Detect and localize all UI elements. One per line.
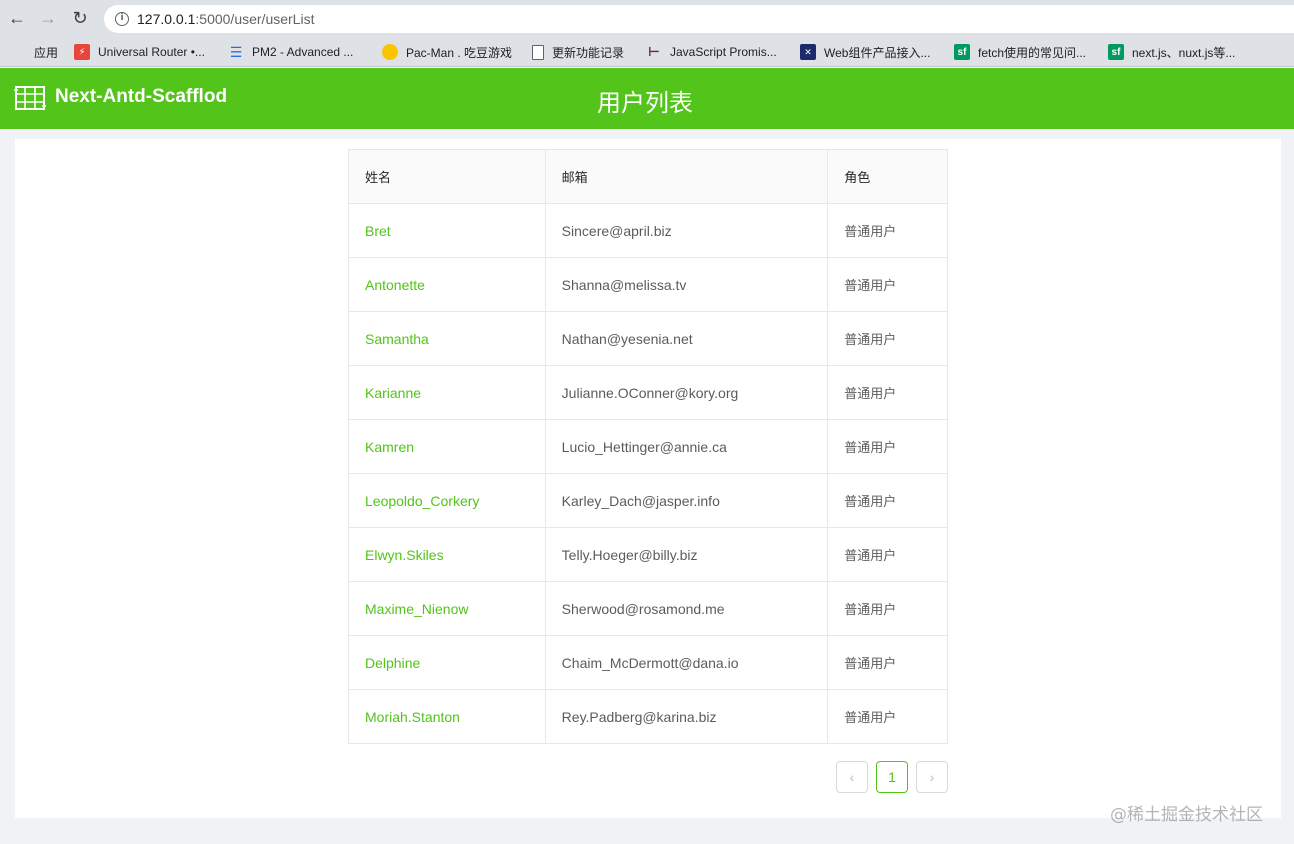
info-icon[interactable]: i (115, 12, 129, 26)
table-row: Leopoldo_Corkery Karley_Dach@jasper.info 普… (348, 473, 948, 528)
bookmark-js-promise[interactable]: ⊢ JavaScript Promis... (646, 43, 777, 61)
segmentfault-icon: sf (954, 44, 970, 60)
bookmark-changelog[interactable]: 更新功能记录 (532, 43, 624, 61)
apps-grid-icon (10, 44, 26, 60)
back-arrow-icon[interactable]: ← (7, 8, 27, 28)
user-role: 普通用户 (827, 581, 948, 636)
table-row: Karianne Julianne.OConner@kory.org 普通用户 (348, 365, 948, 420)
table-row: Kamren Lucio_Hettinger@annie.ca 普通用户 (348, 419, 948, 474)
table-row: Maxime_Nienow Sherwood@rosamond.me 普通用户 (348, 581, 948, 636)
user-role: 普通用户 (827, 635, 948, 690)
table-row: Moriah.Stanton Rey.Padberg@karina.biz 普通用户 (348, 689, 948, 744)
user-name-link[interactable]: Elwyn.Skiles (348, 527, 546, 582)
watermark: @稀土掘金技术社区 (1110, 805, 1263, 825)
url-text: 127.0.0.1:5000/user/userList (137, 11, 315, 27)
column-header-name: 姓名 (348, 149, 546, 204)
user-email: Rey.Padberg@karina.biz (544, 689, 829, 744)
user-role: 普通用户 (827, 257, 948, 312)
bookmark-apps[interactable]: 应用 (10, 43, 58, 61)
user-email: Karley_Dach@jasper.info (544, 473, 829, 528)
bookmark-nextjs-nuxtjs[interactable]: sf next.js、nuxt.js等... (1108, 43, 1235, 61)
app-header: Next-Antd-Scafflod 用户列表 (0, 68, 1294, 129)
bookmarks-bar: 应用 ⚡ Universal Router •... ☰ PM2 - Advan… (0, 37, 1294, 67)
bookmark-web-component[interactable]: ✕ Web组件产品接入... (800, 43, 930, 61)
user-role: 普通用户 (827, 689, 948, 744)
user-role: 普通用户 (827, 473, 948, 528)
bookmark-fetch-faq[interactable]: sf fetch使用的常见问... (954, 43, 1086, 61)
logo-icon[interactable] (14, 84, 46, 112)
universal-router-icon: ⚡ (74, 44, 90, 60)
user-email: Julianne.OConner@kory.org (544, 365, 829, 420)
user-email: Nathan@yesenia.net (544, 311, 829, 366)
forward-arrow-icon[interactable]: → (38, 8, 58, 28)
user-email: Sincere@april.biz (544, 203, 829, 258)
user-name-link[interactable]: Bret (348, 203, 546, 258)
user-role: 普通用户 (827, 311, 948, 366)
pacman-icon (382, 44, 398, 60)
user-role: 普通用户 (827, 365, 948, 420)
segmentfault-icon: sf (1108, 44, 1124, 60)
web-component-icon: ✕ (800, 44, 816, 60)
table-row: Elwyn.Skiles Telly.Hoeger@billy.biz 普通用户 (348, 527, 948, 582)
pagination-next-button[interactable]: › (916, 761, 948, 793)
main-content: 姓名 邮箱 角色 Bret Sincere@april.biz 普通用户 Antone… (15, 139, 1281, 818)
pm2-icon: ☰ (229, 43, 243, 60)
user-name-link[interactable]: Leopoldo_Corkery (348, 473, 546, 528)
browser-toolbar: ← → ↻ i 127.0.0.1:5000/user/userList (0, 0, 1294, 37)
bookmark-universal-router[interactable]: ⚡ Universal Router •... (74, 43, 205, 61)
user-name-link[interactable]: Samantha (348, 311, 546, 366)
user-email: Lucio_Hettinger@annie.ca (544, 419, 829, 474)
user-role: 普通用户 (827, 527, 948, 582)
user-name-link[interactable]: Karianne (348, 365, 546, 420)
user-name-link[interactable]: Moriah.Stanton (348, 689, 546, 744)
user-name-link[interactable]: Delphine (348, 635, 546, 690)
bookmark-pacman[interactable]: Pac-Man . 吃豆游戏 (382, 43, 512, 61)
user-name-link[interactable]: Maxime_Nienow (348, 581, 546, 636)
user-email: Sherwood@rosamond.me (544, 581, 829, 636)
user-email: Chaim_McDermott@dana.io (544, 635, 829, 690)
bookmark-pm2[interactable]: ☰ PM2 - Advanced ... (228, 43, 354, 61)
user-table: 姓名 邮箱 角色 Bret Sincere@april.biz 普通用户 Antone… (348, 149, 948, 744)
address-bar[interactable]: i 127.0.0.1:5000/user/userList (104, 5, 1294, 33)
user-email: Telly.Hoeger@billy.biz (544, 527, 829, 582)
reload-icon[interactable]: ↻ (70, 8, 90, 28)
table-row: Samantha Nathan@yesenia.net 普通用户 (348, 311, 948, 366)
column-header-role: 角色 (827, 149, 948, 204)
user-role: 普通用户 (827, 203, 948, 258)
column-header-email: 邮箱 (544, 149, 829, 204)
table-row: Bret Sincere@april.biz 普通用户 (348, 203, 948, 258)
table-header-row: 姓名 邮箱 角色 (348, 149, 948, 204)
logo-text[interactable]: Next-Antd-Scafflod (55, 86, 227, 108)
table-row: Delphine Chaim_McDermott@dana.io 普通用户 (348, 635, 948, 690)
page-title: 用户列表 (597, 89, 693, 117)
user-name-link[interactable]: Antonette (348, 257, 546, 312)
user-email: Shanna@melissa.tv (544, 257, 829, 312)
user-role: 普通用户 (827, 419, 948, 474)
user-name-link[interactable]: Kamren (348, 419, 546, 474)
table-row: Antonette Shanna@melissa.tv 普通用户 (348, 257, 948, 312)
js-icon: ⊢ (648, 44, 660, 59)
pagination-prev-button[interactable]: ‹ (836, 761, 868, 793)
pagination-page-1[interactable]: 1 (876, 761, 908, 793)
document-icon (532, 44, 544, 60)
